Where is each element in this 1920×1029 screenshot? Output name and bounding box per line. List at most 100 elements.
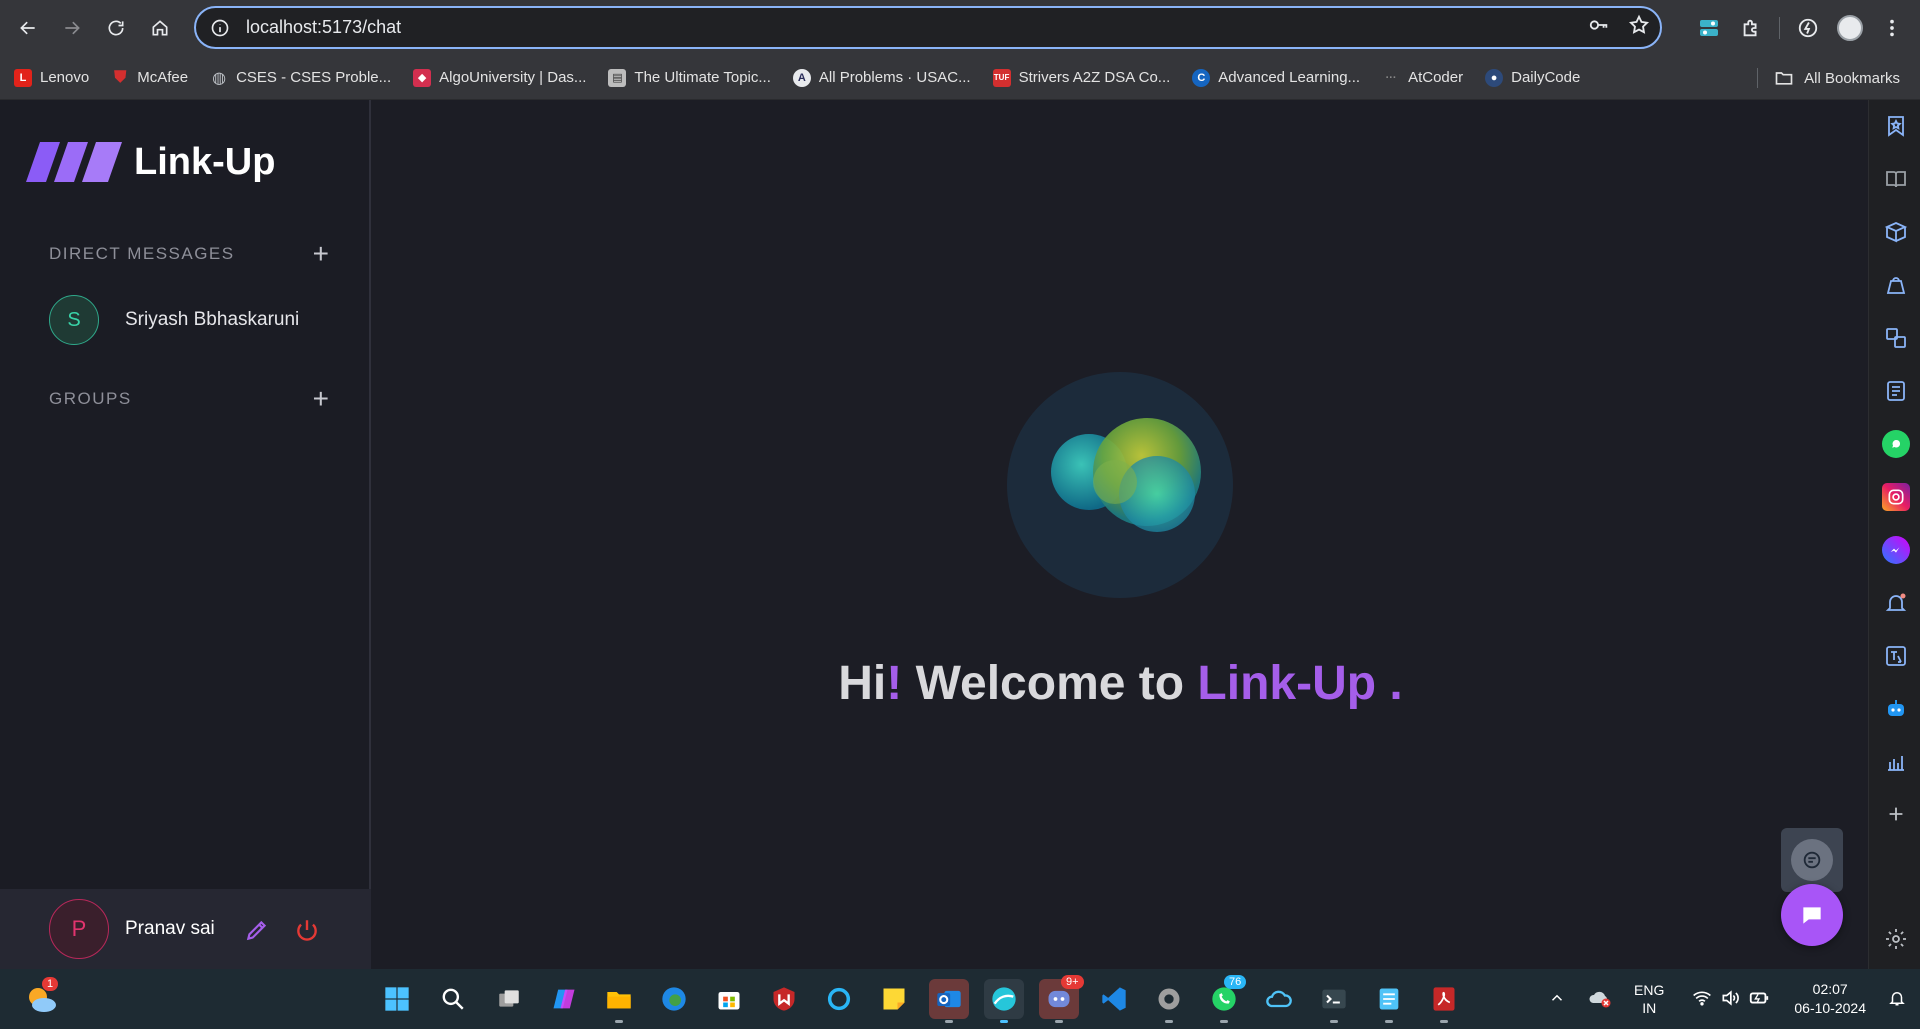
groups-header: GROUPS + xyxy=(49,385,329,413)
sticky-notes-icon xyxy=(883,988,905,1010)
cortana-app[interactable] xyxy=(819,979,859,1019)
site-info-icon[interactable] xyxy=(208,16,232,40)
cloud-icon xyxy=(1266,990,1292,1008)
address-bar[interactable]: localhost:5173/chat xyxy=(194,6,1662,49)
contact-item[interactable]: S Sriyash Bbhaskaruni xyxy=(49,295,299,345)
whatsapp-app[interactable]: 76 xyxy=(1204,975,1247,1023)
store-app[interactable] xyxy=(709,979,749,1019)
contact-name: Sriyash Bbhaskaruni xyxy=(125,309,300,330)
start-button[interactable] xyxy=(377,979,417,1019)
groups-title: GROUPS xyxy=(49,389,132,408)
brand-logo: Link-Up xyxy=(26,140,275,184)
file-explorer-app[interactable] xyxy=(599,979,639,1023)
bookmark-algouniversity[interactable]: ◆ AlgoUniversity | Das... xyxy=(413,68,586,87)
reload-button[interactable] xyxy=(94,6,138,50)
brand-name: Link-Up xyxy=(134,140,276,183)
notification-bell-icon[interactable] xyxy=(1882,589,1910,617)
taskbar-search-button[interactable] xyxy=(433,979,473,1019)
menu-kebab-icon[interactable] xyxy=(1878,14,1906,42)
copilot-icon xyxy=(553,989,575,1009)
direct-messages-title: DIRECT MESSAGES xyxy=(49,244,235,263)
discord-app[interactable]: 9+ xyxy=(1039,975,1084,1023)
bookmark-dailycode[interactable]: ● DailyCode xyxy=(1485,68,1580,87)
translate-icon[interactable] xyxy=(1882,642,1910,670)
notepad-app[interactable] xyxy=(1369,979,1409,1023)
forward-button[interactable] xyxy=(50,6,94,50)
add-sidebar-app-icon[interactable] xyxy=(1882,800,1910,828)
edit-profile-icon[interactable] xyxy=(244,917,270,943)
terminal-app[interactable] xyxy=(1314,979,1354,1023)
sticky-notes-app[interactable] xyxy=(874,979,914,1019)
mcafee-icon xyxy=(773,987,795,1011)
bookmark-atcoder[interactable]: ··· AtCoder xyxy=(1382,69,1464,87)
windows-icon xyxy=(385,987,409,1011)
chat-widget-toggle[interactable] xyxy=(1781,828,1843,892)
logout-power-icon[interactable] xyxy=(294,917,320,943)
add-group-button[interactable]: + xyxy=(313,385,329,413)
bookmark-ultimate-topic[interactable]: ▤ The Ultimate Topic... xyxy=(608,68,771,87)
settings-gear-icon[interactable] xyxy=(1882,925,1910,953)
pdf-icon xyxy=(1433,987,1455,1011)
wifi-icon[interactable] xyxy=(1692,988,1712,1011)
bookmark-mcafee[interactable]: ⛊ McAfee xyxy=(111,69,188,87)
edge-app[interactable] xyxy=(654,979,694,1019)
sidebar: Link-Up DIRECT MESSAGES + S Sriyash Bbha… xyxy=(0,100,371,969)
copilot-app[interactable] xyxy=(544,979,584,1019)
package-icon[interactable] xyxy=(1882,218,1910,246)
copilot-bot-icon[interactable] xyxy=(1882,695,1910,723)
notepad-icon xyxy=(1379,988,1399,1010)
bookmarks-divider xyxy=(1757,68,1758,88)
outlook-app[interactable] xyxy=(929,979,969,1023)
url-text[interactable]: localhost:5173/chat xyxy=(246,17,401,38)
lenovo-icon: L xyxy=(14,68,32,87)
home-button[interactable] xyxy=(138,6,182,50)
back-button[interactable] xyxy=(6,6,50,50)
acrobat-app[interactable] xyxy=(1424,979,1464,1023)
settings-app[interactable] xyxy=(1149,979,1189,1023)
whatsapp-icon[interactable] xyxy=(1882,430,1910,458)
mcafee-app[interactable] xyxy=(764,979,804,1019)
profile-avatar[interactable] xyxy=(1836,14,1864,42)
chrome-app[interactable] xyxy=(984,979,1024,1023)
settings-gear-icon xyxy=(1158,988,1180,1010)
chat-bubble-button[interactable] xyxy=(1781,884,1843,946)
all-bookmarks-button[interactable]: All Bookmarks xyxy=(1774,56,1900,100)
extension-tab-icon[interactable] xyxy=(1695,14,1723,42)
battery-icon[interactable] xyxy=(1748,987,1770,1012)
messenger-icon[interactable] xyxy=(1882,536,1910,564)
reading-list-icon[interactable] xyxy=(1882,112,1910,140)
instagram-icon[interactable] xyxy=(1882,483,1910,511)
chart-icon[interactable] xyxy=(1882,748,1910,776)
input-language[interactable]: ENG IN xyxy=(1634,981,1664,1017)
onedrive-error-icon[interactable] xyxy=(1588,986,1612,1013)
cloud-app[interactable] xyxy=(1259,979,1299,1019)
document-icon: ▤ xyxy=(608,68,627,87)
bookmark-star-icon[interactable] xyxy=(1628,14,1650,41)
performance-icon[interactable] xyxy=(1794,14,1822,42)
weather-widget[interactable]: 1 xyxy=(22,977,62,1019)
translate-tabs-icon[interactable] xyxy=(1882,324,1910,352)
add-direct-message-button[interactable]: + xyxy=(313,240,329,268)
clock[interactable]: 02:07 06-10-2024 xyxy=(1794,980,1866,1018)
bookmark-strivers[interactable]: TUF Strivers A2Z DSA Co... xyxy=(992,68,1170,87)
book-icon[interactable] xyxy=(1882,165,1910,193)
extensions-puzzle-icon[interactable] xyxy=(1737,14,1765,42)
bookmark-lenovo[interactable]: L Lenovo xyxy=(14,68,89,87)
bookmark-advanced-learning[interactable]: C Advanced Learning... xyxy=(1192,68,1360,87)
checklist-icon[interactable] xyxy=(1882,377,1910,405)
password-key-icon[interactable] xyxy=(1588,14,1610,41)
windows-taskbar: 1 9+ 76 ENG IN 02:07 06-10-2024 xyxy=(0,969,1920,1029)
task-view-button[interactable] xyxy=(489,979,529,1019)
notification-center-icon[interactable] xyxy=(1888,989,1906,1010)
volume-icon[interactable] xyxy=(1720,988,1740,1011)
shopping-icon[interactable] xyxy=(1882,271,1910,299)
discord-badge: 9+ xyxy=(1061,975,1084,989)
vscode-app[interactable] xyxy=(1094,979,1134,1019)
weather-badge: 1 xyxy=(42,977,59,991)
user-avatar[interactable]: P xyxy=(49,899,109,959)
browser-app-icon xyxy=(992,987,1016,1011)
show-hidden-icons-icon[interactable] xyxy=(1548,989,1566,1010)
terminal-icon xyxy=(1322,989,1346,1009)
bookmark-cses[interactable]: ◍ CSES - CSES Proble... xyxy=(210,69,391,87)
bookmark-usaco[interactable]: A All Problems · USAC... xyxy=(792,68,971,87)
